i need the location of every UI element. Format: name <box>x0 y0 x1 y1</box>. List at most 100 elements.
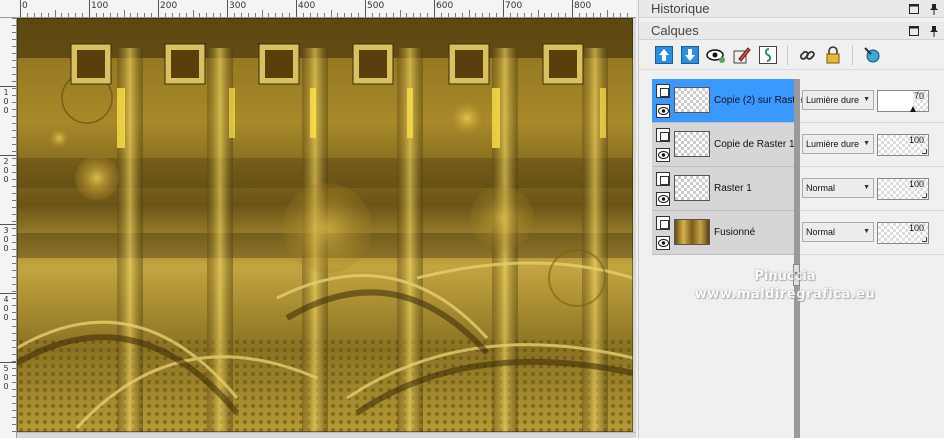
ruler-minor-tick <box>12 277 16 278</box>
ruler-minor-tick <box>427 13 428 17</box>
ruler-label: 800 <box>574 1 592 11</box>
ruler-minor-tick <box>12 270 16 271</box>
pin-icon[interactable] <box>928 0 940 18</box>
ruler-minor-tick <box>110 13 111 17</box>
layer-type-icon[interactable] <box>656 172 670 186</box>
eye-icon[interactable] <box>656 104 670 118</box>
ruler-minor-tick <box>406 13 407 17</box>
ruler-minor-tick <box>455 13 456 17</box>
ruler-minor-tick <box>27 13 28 17</box>
ruler-minor-tick <box>12 228 16 229</box>
ruler-minor-tick <box>12 81 16 82</box>
blend-mode-select[interactable]: Normal ▼ <box>802 222 874 242</box>
dropdown-arrow-icon: ▼ <box>863 96 870 103</box>
ruler-minor-tick <box>172 13 173 17</box>
ruler-minor-tick <box>517 13 518 17</box>
ruler-minor-tick <box>12 186 16 187</box>
ruler-label: 100 <box>91 1 109 11</box>
link-icon[interactable] <box>796 44 818 66</box>
ruler-minor-tick <box>12 179 16 180</box>
eye-icon[interactable] <box>656 236 670 250</box>
ruler-label: 0 <box>3 175 9 184</box>
blend-mode-select[interactable]: Lumière dure ▼ <box>802 134 874 154</box>
layer-name[interactable]: Copie (2) sur Raster <box>714 95 804 106</box>
blend-mode-select[interactable]: Lumière dure ▼ <box>802 90 874 110</box>
ruler-tick <box>572 0 573 17</box>
move-layer-down-icon[interactable] <box>679 44 701 66</box>
ruler-minor-tick <box>12 207 16 208</box>
layer-type-icon[interactable] <box>656 84 670 98</box>
ruler-minor-tick <box>12 375 16 376</box>
eye-icon[interactable] <box>656 192 670 206</box>
ruler-minor-tick <box>144 13 145 17</box>
opacity-marker-icon[interactable] <box>910 106 916 112</box>
opacity-slider[interactable]: 100 <box>877 134 929 156</box>
ruler-minor-tick <box>12 263 16 264</box>
properties-icon[interactable] <box>861 44 883 66</box>
layer-type-icon[interactable] <box>656 216 670 230</box>
layer-thumbnail <box>674 87 710 113</box>
layers-panel-header[interactable]: Calques <box>639 22 944 40</box>
ruler-minor-tick <box>379 13 380 17</box>
opacity-fill <box>878 91 913 111</box>
right-dock: Historique Calques Copie (2) sur Raster … <box>638 0 944 438</box>
resize-grip-icon <box>922 149 927 154</box>
layer-name[interactable]: Raster 1 <box>714 183 752 194</box>
blend-mode-select[interactable]: Normal ▼ <box>802 178 874 198</box>
opacity-slider[interactable]: 100 <box>877 222 929 244</box>
maximize-icon[interactable] <box>908 0 920 18</box>
layer-name[interactable]: Fusionné <box>714 227 755 238</box>
ruler-minor-tick <box>12 144 16 145</box>
ruler-label: 300 <box>229 1 247 11</box>
layer-name[interactable]: Copie de Raster 1 <box>714 139 795 150</box>
ruler-minor-tick <box>12 214 16 215</box>
ruler-minor-tick <box>12 130 16 131</box>
ruler-minor-tick <box>275 13 276 17</box>
ruler-minor-tick <box>489 13 490 17</box>
layer-row[interactable]: Raster 1 <box>652 167 794 211</box>
ruler-label: 0 <box>3 106 9 115</box>
ruler-minor-tick <box>206 13 207 17</box>
opacity-slider[interactable]: 100 <box>877 178 929 200</box>
move-layer-up-icon[interactable] <box>653 44 675 66</box>
layer-properties-row: Lumière dure ▼ 100 <box>800 123 944 167</box>
lock-icon[interactable] <box>822 44 844 66</box>
canvas-area[interactable] <box>17 18 636 438</box>
history-panel-header[interactable]: Historique <box>639 0 944 18</box>
ruler-minor-tick <box>199 13 200 17</box>
canvas-vertical-scrollbar[interactable] <box>633 18 636 438</box>
ruler-label: 0 <box>3 304 9 313</box>
layer-row[interactable]: Fusionné <box>652 211 794 255</box>
maximize-icon[interactable] <box>908 22 920 40</box>
ruler-minor-tick <box>420 13 421 17</box>
ruler-minor-tick <box>12 151 16 152</box>
canvas-image[interactable] <box>17 18 633 432</box>
opacity-slider[interactable]: 70 <box>877 90 929 112</box>
ruler-minor-tick <box>12 46 16 47</box>
ruler-minor-tick <box>393 13 394 17</box>
edit-layer-icon[interactable] <box>731 44 753 66</box>
layer-row[interactable]: Copie de Raster 1 <box>652 123 795 167</box>
pin-icon[interactable] <box>928 22 940 40</box>
layers-list: Copie (2) sur Raster Copie de Raster 1 R… <box>652 79 804 255</box>
psp-workspace: 0 100 200 300 400 500 600 700 800 10020030040050… <box>0 0 944 438</box>
ruler-minor-tick <box>12 354 16 355</box>
layer-row[interactable]: Copie (2) sur Raster <box>652 79 804 123</box>
ruler-minor-tick <box>627 13 628 17</box>
eye-icon[interactable] <box>656 148 670 162</box>
ruler-minor-tick <box>12 200 16 201</box>
ruler-minor-tick <box>55 10 56 17</box>
layers-toolbar <box>639 40 944 70</box>
layer-thumbnail <box>674 131 710 157</box>
layer-type-icon[interactable] <box>656 128 670 142</box>
ruler-minor-tick <box>12 60 16 61</box>
ruler-minor-tick <box>124 10 125 17</box>
layer-visibility-icon[interactable] <box>705 44 727 66</box>
ruler-tick <box>0 293 16 294</box>
link-layer-icon[interactable] <box>757 44 779 66</box>
ruler-minor-tick <box>12 382 16 383</box>
opacity-value: 70 <box>913 91 924 101</box>
canvas-horizontal-scrollbar[interactable] <box>17 432 636 438</box>
ruler-minor-tick <box>510 13 511 17</box>
layer-properties-row: Lumière dure ▼ 70 <box>800 79 944 123</box>
